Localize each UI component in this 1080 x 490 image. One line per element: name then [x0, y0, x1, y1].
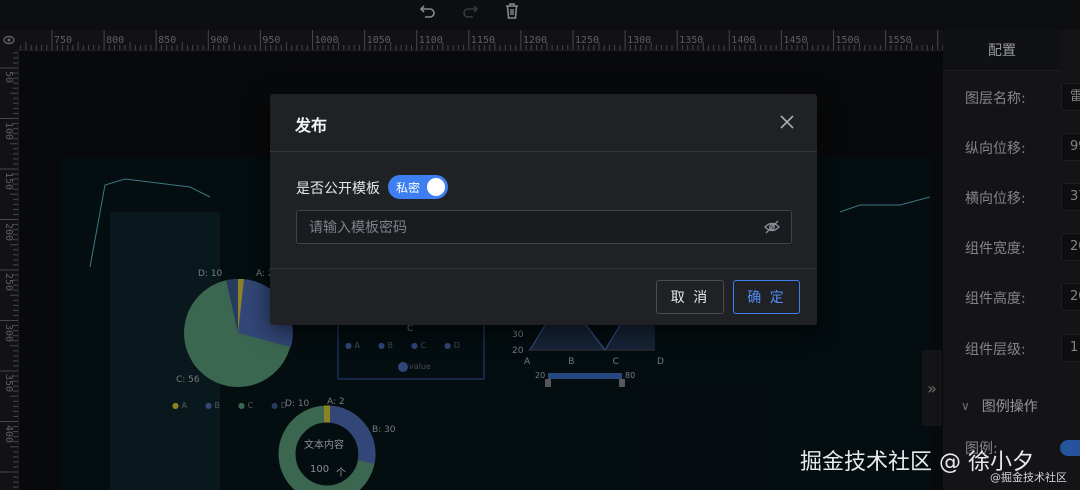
public-template-label: 是否公开模板	[296, 181, 380, 197]
password-input[interactable]	[297, 211, 761, 245]
eye-off-icon[interactable]	[763, 218, 781, 236]
password-field[interactable]	[296, 210, 792, 245]
watermark-sub: @掘金技术社区	[990, 471, 1067, 484]
public-toggle[interactable]: 私密	[388, 175, 448, 199]
cancel-button[interactable]: 取 消	[656, 280, 724, 314]
toggle-knob	[427, 178, 445, 196]
dialog-footer-divider	[270, 268, 817, 269]
confirm-button[interactable]: 确 定	[733, 280, 800, 314]
toggle-label: 私密	[396, 180, 421, 195]
dialog-header	[270, 94, 817, 152]
publish-dialog: 发布 是否公开模板 私密 取 消 确 定	[270, 94, 817, 325]
close-icon[interactable]	[778, 113, 796, 131]
dialog-title: 发布	[295, 116, 328, 135]
